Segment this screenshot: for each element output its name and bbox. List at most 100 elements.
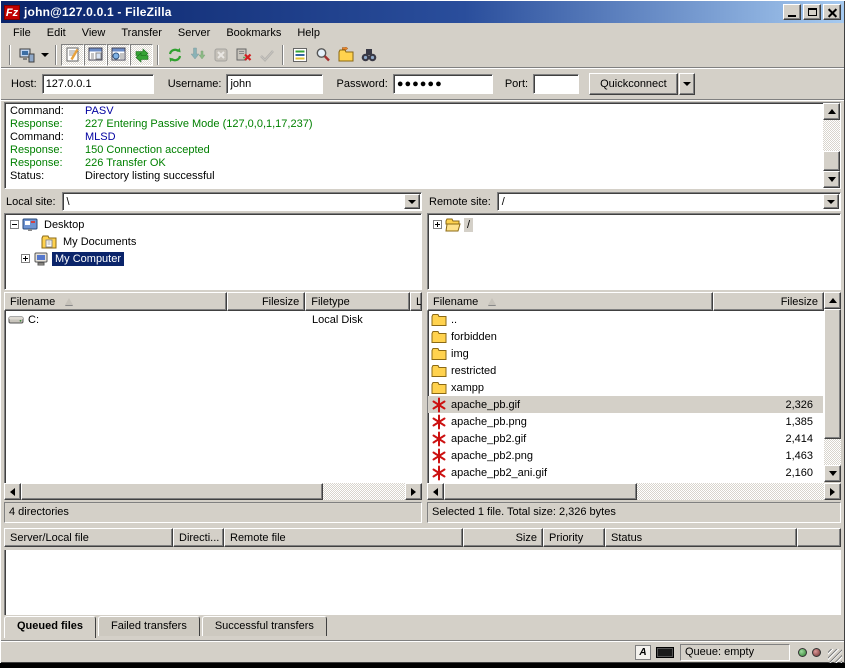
expand-toggle[interactable] (433, 220, 442, 229)
remote-file-row[interactable]: restricted (428, 362, 823, 379)
port-input[interactable] (533, 74, 579, 94)
column-label: Filename (10, 296, 55, 308)
toggle-local-tree-button[interactable] (84, 44, 107, 66)
process-queue-icon (190, 47, 206, 63)
arrow-right-icon (830, 488, 835, 496)
column-header-filesize[interactable]: Filesize (713, 292, 824, 311)
tree-item-root[interactable]: / (428, 216, 840, 233)
menu-view[interactable]: View (74, 25, 114, 41)
maximize-button[interactable] (803, 4, 821, 20)
scrollbar-thumb[interactable] (444, 483, 637, 500)
expand-toggle[interactable] (21, 254, 30, 263)
remote-file-row[interactable]: xampp (428, 379, 823, 396)
column-label: Directi... (179, 532, 219, 544)
scroll-up-button[interactable] (824, 292, 841, 309)
menu-bookmarks[interactable]: Bookmarks (218, 25, 289, 41)
scrollbar-thumb[interactable] (824, 309, 841, 439)
scrollbar-thumb[interactable] (21, 483, 323, 500)
menu-transfer[interactable]: Transfer (113, 25, 170, 41)
password-input[interactable] (393, 74, 493, 94)
folder-icon (431, 363, 447, 379)
column-header-filename[interactable]: Filename (4, 292, 227, 311)
file-size: 1,463 (727, 450, 823, 462)
scrollbar-thumb[interactable] (823, 151, 840, 171)
cancel-operation-button[interactable] (209, 44, 232, 66)
local-file-row[interactable]: C: Local Disk (5, 311, 421, 328)
scroll-right-button[interactable] (405, 483, 422, 500)
queue-list[interactable] (4, 550, 841, 615)
disconnect-button[interactable] (232, 44, 255, 66)
column-header-filesize[interactable]: Filesize (227, 292, 305, 311)
remote-site-dropdown[interactable] (823, 194, 839, 209)
menu-edit[interactable]: Edit (39, 25, 74, 41)
site-manager-dropdown[interactable] (38, 44, 51, 66)
tree-item-desktop[interactable]: Desktop (5, 216, 421, 233)
column-header-status[interactable]: Status (605, 528, 797, 547)
speed-limits-icon[interactable] (656, 647, 674, 658)
local-site-dropdown[interactable] (404, 194, 420, 209)
remote-vertical-scrollbar[interactable] (824, 292, 841, 482)
column-header-server-local-file[interactable]: Server/Local file (4, 528, 173, 547)
local-site-combobox[interactable]: \ (62, 192, 422, 211)
directory-listing-filters-button[interactable] (288, 44, 311, 66)
column-header-remote-file[interactable]: Remote file (224, 528, 463, 547)
menu-help[interactable]: Help (289, 25, 328, 41)
site-manager-button[interactable] (15, 44, 38, 66)
scroll-right-button[interactable] (824, 483, 841, 500)
remote-list-header: Filename Filesize (427, 292, 824, 311)
column-header-priority[interactable]: Priority (543, 528, 605, 547)
process-queue-button[interactable] (186, 44, 209, 66)
toggle-remote-tree-button[interactable] (107, 44, 130, 66)
refresh-button[interactable] (163, 44, 186, 66)
scroll-left-button[interactable] (427, 483, 444, 500)
remote-file-row[interactable]: apache_pb.png 1,385 (428, 413, 823, 430)
toggle-message-log-button[interactable] (61, 44, 84, 66)
log-line-text: 150 Connection accepted (85, 144, 210, 156)
remote-file-row[interactable]: forbidden (428, 328, 823, 345)
menu-server[interactable]: Server (170, 25, 218, 41)
column-label: Filename (433, 296, 478, 308)
tab-queued-files[interactable]: Queued files (4, 616, 96, 638)
file-name: xampp (451, 382, 727, 394)
remote-horizontal-scrollbar[interactable] (427, 483, 841, 500)
remote-file-row[interactable]: apache_pb2.gif 2,414 (428, 430, 823, 447)
column-header-size[interactable]: Size (463, 528, 543, 547)
tree-item-my-documents[interactable]: My Documents (5, 233, 421, 250)
log-scrollbar[interactable] (823, 103, 840, 188)
scroll-down-button[interactable] (824, 465, 841, 482)
quickconnect-dropdown[interactable] (679, 73, 695, 95)
arrow-down-icon (828, 177, 836, 182)
column-header-modified[interactable]: L (410, 292, 422, 311)
remote-site-combobox[interactable]: / (497, 192, 841, 211)
my-computer-icon (33, 251, 49, 267)
close-button[interactable] (823, 4, 841, 20)
remote-file-row[interactable]: apache_pb2_ani.gif 2,160 (428, 464, 823, 481)
menu-file[interactable]: File (5, 25, 39, 41)
remote-file-row[interactable]: apache_pb2.png 1,463 (428, 447, 823, 464)
tree-item-my-computer[interactable]: My Computer (5, 250, 421, 267)
resize-grip[interactable] (828, 649, 842, 663)
tab-successful-transfers[interactable]: Successful transfers (202, 616, 327, 636)
remote-file-row-selected[interactable]: apache_pb.gif 2,326 (428, 396, 823, 413)
host-input[interactable] (42, 74, 154, 94)
quickconnect-button[interactable]: Quickconnect (589, 73, 678, 95)
column-header-direction[interactable]: Directi... (173, 528, 224, 547)
column-header-filetype[interactable]: Filetype (305, 292, 410, 311)
transfer-type-indicator[interactable]: A (634, 644, 652, 660)
scroll-left-button[interactable] (4, 483, 21, 500)
local-horizontal-scrollbar[interactable] (4, 483, 422, 500)
synchronized-browsing-button[interactable] (334, 44, 357, 66)
scroll-down-button[interactable] (823, 171, 840, 188)
remote-file-row[interactable]: img (428, 345, 823, 362)
username-input[interactable] (226, 74, 323, 94)
directory-comparison-button[interactable] (311, 44, 334, 66)
toggle-transfer-queue-button[interactable] (130, 44, 153, 66)
scroll-up-button[interactable] (823, 103, 840, 120)
collapse-toggle[interactable] (10, 220, 19, 229)
column-header-filename[interactable]: Filename (427, 292, 713, 311)
minimize-button[interactable] (783, 4, 801, 20)
reconnect-button[interactable] (255, 44, 278, 66)
remote-file-row[interactable]: .. (428, 311, 823, 328)
tab-failed-transfers[interactable]: Failed transfers (98, 616, 200, 636)
find-files-button[interactable] (357, 44, 380, 66)
